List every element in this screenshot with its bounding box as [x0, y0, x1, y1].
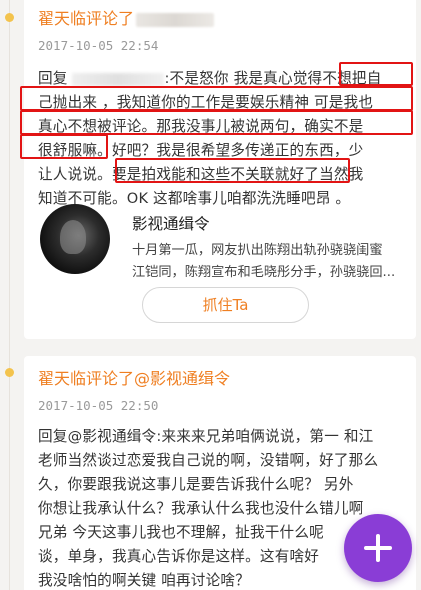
comment-line: 我没啥怕的啊关键 咱再讨论啥？: [38, 572, 250, 589]
shared-post-text: 江铠同，陈翔宣布和毛晓彤分手，孙骁骁回...: [132, 265, 396, 280]
comment-line: 久，你要跟我说这事儿是要告诉我什么呢？ 另外: [38, 476, 354, 493]
timeline-dot: [5, 13, 14, 22]
comment-line: 老师当然谈过恋爱我自己说的啊，没错啊，好了那么: [38, 452, 379, 469]
compose-fab-button[interactable]: [344, 514, 412, 582]
comment-card: 翟天临评论了 2017-10-05 22:54 回复 :不是怒你 我是真心觉得不…: [20, 0, 416, 339]
avatar[interactable]: [40, 204, 110, 274]
comment-title-text: 翟天临评论了: [38, 9, 135, 28]
masked-username: [136, 12, 215, 27]
comment-line: 真心不想被评论。那我没事儿被说两句，确实不是: [38, 118, 364, 135]
comment-title[interactable]: 翟天临评论了@影视通缉令: [38, 365, 230, 389]
shared-account-name[interactable]: 影视通缉令: [132, 212, 210, 234]
follow-button[interactable]: 抓住Ta: [142, 287, 309, 323]
reply-prefix: 回复: [38, 70, 68, 87]
comment-line: 让人说说。要是拍戏能和这些不关联就好了当然我: [38, 166, 364, 183]
comment-line: 回复@影视通缉令:来来来兄弟咱俩说说，第一 和江: [38, 428, 374, 445]
comment-time: 2017-10-05 22:50: [38, 398, 159, 413]
comment-line: 谈，单身，我真心告诉你是这样。这有啥好: [38, 548, 320, 565]
timeline-line: [9, 0, 10, 590]
comment-line: 你想让我承认什么？我承认什么我也没什么错儿啊: [38, 500, 364, 517]
comment-line: 回复 :不是怒你 我是真心觉得不想把自: [38, 67, 382, 88]
comment-line: 兄弟 今天这事儿我也不理解，扯我干什么呢: [38, 524, 324, 541]
comment-line: 己抛出来 ，我知道你的工作是要娱乐精神 可是我也: [38, 94, 374, 111]
plus-icon: [376, 534, 380, 562]
comment-title[interactable]: 翟天临评论了: [38, 5, 215, 29]
comment-text: :不是怒你 我是真心觉得不想把自: [164, 70, 382, 87]
comment-line: 很舒服嘛。好吧？我是很希望多传递正的东西，少: [38, 142, 364, 159]
comment-time: 2017-10-05 22:54: [38, 38, 159, 53]
masked-reply-name: [72, 72, 165, 86]
shared-post-text: 十月第一瓜，网友扒出陈翔出轨孙骁骁闺蜜: [132, 243, 383, 258]
timeline-dot: [5, 368, 14, 377]
